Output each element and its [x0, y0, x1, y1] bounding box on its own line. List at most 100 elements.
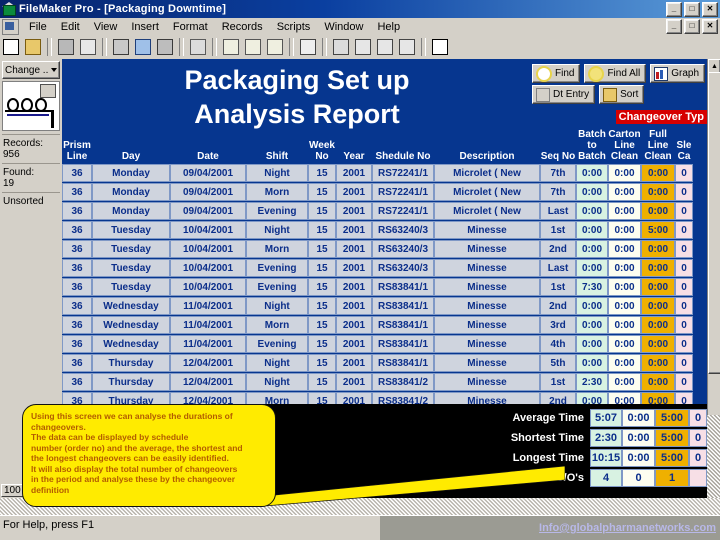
table-cell[interactable]: 36	[62, 240, 92, 258]
table-cell[interactable]: 10/04/2001	[170, 221, 246, 239]
table-cell[interactable]: 0	[675, 297, 693, 315]
help-icon[interactable]	[430, 37, 450, 57]
footer-email-link[interactable]: Info@globalpharmanetworks.com	[539, 522, 716, 534]
table-cell[interactable]: Last	[540, 202, 576, 220]
table-cell[interactable]: Evening	[246, 259, 308, 277]
table-cell[interactable]: 15	[308, 221, 336, 239]
table-cell[interactable]: Minesse	[434, 240, 540, 258]
table-cell[interactable]: RS63240/3	[372, 240, 434, 258]
table-cell[interactable]: 36	[62, 278, 92, 296]
table-cell[interactable]: Minesse	[434, 259, 540, 277]
menu-item-scripts[interactable]: Scripts	[270, 20, 318, 34]
table-cell[interactable]: Tuesday	[92, 259, 170, 277]
table-cell[interactable]: Morn	[246, 240, 308, 258]
menu-item-view[interactable]: View	[87, 20, 125, 34]
table-cell[interactable]: 0:00	[608, 183, 641, 201]
table-cell[interactable]: 0:00	[608, 164, 641, 182]
menu-item-format[interactable]: Format	[166, 20, 215, 34]
table-cell[interactable]: 36	[62, 202, 92, 220]
table-cell[interactable]: 0	[675, 373, 693, 391]
table-cell[interactable]: 2001	[336, 278, 372, 296]
table-row[interactable]: 36 Wednesday 11/04/2001 Night 15 2001 RS83841/…	[62, 297, 707, 315]
table-cell[interactable]: 0:00	[608, 297, 641, 315]
table-cell[interactable]: 15	[308, 259, 336, 277]
table-cell[interactable]: 0:00	[576, 240, 608, 258]
document-icon[interactable]	[2, 18, 19, 35]
data-entry-button[interactable]: Dt Entry	[532, 85, 596, 104]
script-icon[interactable]	[397, 37, 417, 57]
table-cell[interactable]: Night	[246, 354, 308, 372]
table-cell[interactable]: 0:00	[608, 316, 641, 334]
menu-item-edit[interactable]: Edit	[54, 20, 87, 34]
table-cell[interactable]: 15	[308, 373, 336, 391]
table-row[interactable]: 36 Tuesday 10/04/2001 Night 15 2001 RS63240/3 M…	[62, 221, 707, 239]
table-cell[interactable]: RS83841/1	[372, 354, 434, 372]
table-cell[interactable]: 15	[308, 183, 336, 201]
delete-record-icon[interactable]	[265, 37, 285, 57]
table-cell[interactable]: RS83841/1	[372, 278, 434, 296]
vertical-scrollbar[interactable]: ▲	[707, 59, 720, 415]
table-row[interactable]: 36 Tuesday 10/04/2001 Evening 15 2001 RS63240/…	[62, 259, 707, 277]
menu-item-records[interactable]: Records	[215, 20, 270, 34]
table-cell[interactable]: 10/04/2001	[170, 278, 246, 296]
table-cell[interactable]: 0	[675, 278, 693, 296]
table-cell[interactable]: Microlet ( New	[434, 202, 540, 220]
table-cell[interactable]: 0:00	[576, 316, 608, 334]
table-cell[interactable]: 0:00	[576, 297, 608, 315]
table-cell[interactable]: Minesse	[434, 221, 540, 239]
table-cell[interactable]: Microlet ( New	[434, 183, 540, 201]
table-cell[interactable]: RS72241/1	[372, 183, 434, 201]
table-cell[interactable]: 0:00	[576, 183, 608, 201]
doc-maximize-button[interactable]: □	[684, 19, 700, 34]
zoom-control[interactable]: 100	[1, 484, 24, 497]
table-cell[interactable]: Wednesday	[92, 335, 170, 353]
table-cell[interactable]: 5th	[540, 354, 576, 372]
table-cell[interactable]: 0:00	[608, 373, 641, 391]
menu-item-window[interactable]: Window	[317, 20, 370, 34]
table-cell[interactable]: 36	[62, 316, 92, 334]
table-cell[interactable]: 0:00	[576, 259, 608, 277]
table-cell[interactable]: 2001	[336, 297, 372, 315]
minimize-button[interactable]: _	[666, 2, 682, 17]
table-cell[interactable]: Minesse	[434, 373, 540, 391]
table-cell[interactable]: 36	[62, 354, 92, 372]
table-cell[interactable]: 2001	[336, 316, 372, 334]
paste-icon[interactable]	[155, 37, 175, 57]
table-cell[interactable]: 0:00	[641, 164, 675, 182]
table-cell[interactable]: 0:00	[641, 259, 675, 277]
table-cell[interactable]: 0:00	[608, 259, 641, 277]
table-cell[interactable]: 5:00	[641, 221, 675, 239]
table-cell[interactable]: 0	[675, 221, 693, 239]
table-cell[interactable]: 36	[62, 297, 92, 315]
spellcheck-icon[interactable]	[78, 37, 98, 57]
table-cell[interactable]: 2001	[336, 221, 372, 239]
table-cell[interactable]: Monday	[92, 202, 170, 220]
doc-minimize-button[interactable]: _	[666, 19, 682, 34]
table-cell[interactable]: 15	[308, 202, 336, 220]
table-cell[interactable]: 11/04/2001	[170, 297, 246, 315]
table-cell[interactable]: 0	[675, 240, 693, 258]
table-cell[interactable]: RS63240/3	[372, 259, 434, 277]
table-cell[interactable]: 2:30	[576, 373, 608, 391]
sort-button[interactable]: Sort	[599, 85, 645, 104]
table-cell[interactable]: 0:00	[641, 278, 675, 296]
table-cell[interactable]: 10/04/2001	[170, 259, 246, 277]
table-cell[interactable]: Wednesday	[92, 297, 170, 315]
table-cell[interactable]: 0:00	[608, 278, 641, 296]
find-icon[interactable]	[331, 37, 351, 57]
duplicate-record-icon[interactable]	[243, 37, 263, 57]
table-cell[interactable]: 1st	[540, 373, 576, 391]
table-cell[interactable]: 0:00	[608, 221, 641, 239]
table-cell[interactable]: 2001	[336, 164, 372, 182]
table-cell[interactable]: 15	[308, 240, 336, 258]
table-cell[interactable]: Tuesday	[92, 221, 170, 239]
table-cell[interactable]: 36	[62, 259, 92, 277]
table-cell[interactable]: 09/04/2001	[170, 183, 246, 201]
open-folder-icon[interactable]	[23, 37, 43, 57]
table-cell[interactable]: 0:00	[641, 335, 675, 353]
table-row[interactable]: 36 Thursday 12/04/2001 Night 15 2001 RS83841/2…	[62, 373, 707, 391]
table-cell[interactable]: 2nd	[540, 297, 576, 315]
table-row[interactable]: 36 Wednesday 11/04/2001 Morn 15 2001 RS83841/1…	[62, 316, 707, 334]
table-cell[interactable]: 7th	[540, 164, 576, 182]
table-cell[interactable]: RS72241/1	[372, 202, 434, 220]
